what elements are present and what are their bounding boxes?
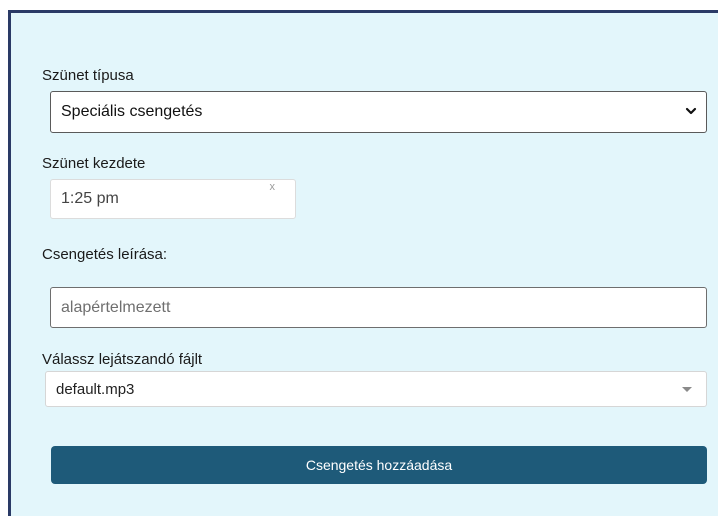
break-type-label: Szünet típusa bbox=[42, 67, 134, 84]
file-selected-value: default.mp3 bbox=[56, 380, 135, 398]
form-panel: Szünet típusa Speciális csengetés Szünet… bbox=[8, 10, 718, 516]
description-label: Csengetés leírása: bbox=[42, 246, 168, 263]
clear-time-icon[interactable]: x bbox=[270, 181, 276, 193]
file-select[interactable]: default.mp3 bbox=[45, 371, 707, 407]
file-select-label: Válassz lejátszandó fájlt bbox=[42, 351, 203, 368]
description-input[interactable]: alapértelmezett bbox=[50, 287, 707, 328]
add-bell-button[interactable]: Csengetés hozzáadása bbox=[51, 446, 707, 484]
break-type-selected-value: Speciális csengetés bbox=[61, 103, 203, 120]
chevron-down-icon bbox=[685, 107, 697, 115]
description-placeholder: alapértelmezett bbox=[61, 298, 171, 316]
break-start-label: Szünet kezdete bbox=[42, 155, 146, 172]
caret-down-icon bbox=[682, 387, 692, 392]
break-type-select[interactable]: Speciális csengetés bbox=[50, 91, 707, 133]
break-start-value: 1:25 pm bbox=[61, 190, 119, 207]
break-start-time-input[interactable]: 1:25 pm x bbox=[50, 179, 296, 219]
